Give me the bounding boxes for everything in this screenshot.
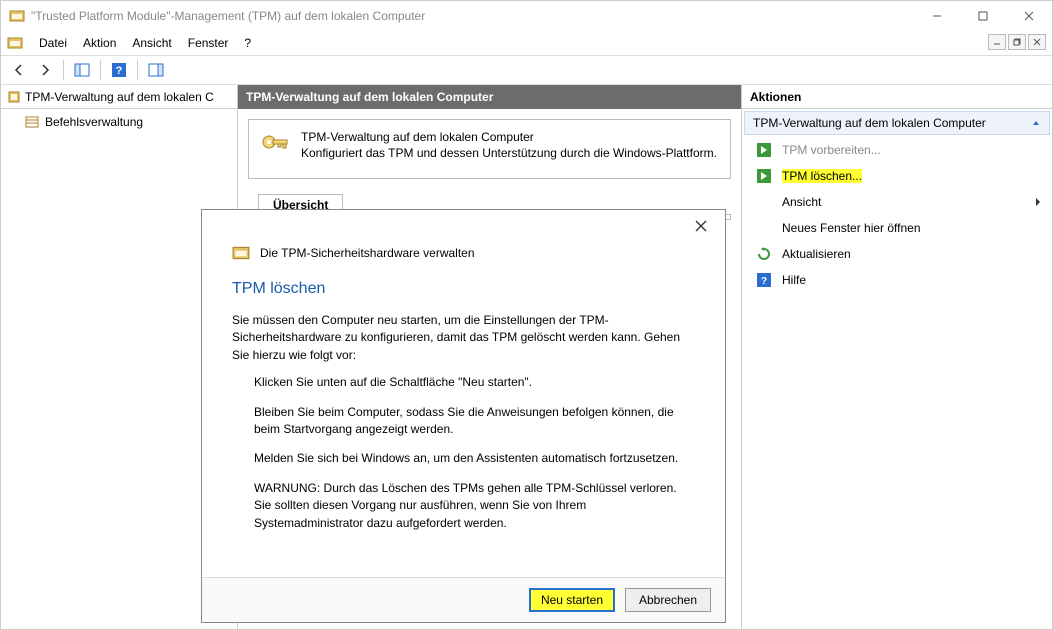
blank-icon bbox=[756, 220, 772, 236]
dialog-warning: WARNUNG: Durch das Löschen des TPMs gehe… bbox=[254, 480, 695, 532]
mdi-restore-button[interactable] bbox=[1008, 34, 1026, 50]
dialog-body: Die TPM-Sicherheitshardware verwalten TP… bbox=[202, 236, 725, 577]
action-label: Neues Fenster hier öffnen bbox=[782, 221, 921, 235]
restart-button[interactable]: Neu starten bbox=[529, 588, 615, 612]
middle-header: TPM-Verwaltung auf dem lokalen Computer bbox=[238, 85, 741, 109]
dialog-title-row: Die TPM-Sicherheitshardware verwalten bbox=[232, 244, 695, 262]
back-button[interactable] bbox=[7, 58, 31, 82]
dialog-step: Klicken Sie unten auf die Schaltfläche "… bbox=[254, 374, 695, 391]
action-label: Hilfe bbox=[782, 273, 806, 287]
action-label: Ansicht bbox=[782, 195, 821, 209]
commands-icon bbox=[25, 115, 39, 129]
forward-button[interactable] bbox=[33, 58, 57, 82]
refresh-icon bbox=[756, 246, 772, 262]
help-button[interactable]: ? bbox=[107, 58, 131, 82]
console-icon bbox=[7, 35, 23, 51]
action-prepare-tpm[interactable]: TPM vorbereiten... bbox=[742, 137, 1052, 163]
action-label: TPM löschen... bbox=[782, 169, 862, 183]
dialog-steps: Klicken Sie unten auf die Schaltfläche "… bbox=[232, 374, 695, 532]
action-view[interactable]: Ansicht bbox=[742, 189, 1052, 215]
menu-window[interactable]: Fenster bbox=[180, 34, 237, 52]
minimize-button[interactable] bbox=[914, 1, 960, 31]
help-icon: ? bbox=[756, 272, 772, 288]
main-window: "Trusted Platform Module"-Management (TP… bbox=[0, 0, 1053, 630]
window-controls bbox=[914, 1, 1052, 31]
toolbar-separator bbox=[100, 60, 101, 80]
titlebar: "Trusted Platform Module"-Management (TP… bbox=[1, 1, 1052, 31]
tree-item-commands[interactable]: Befehlsverwaltung bbox=[25, 113, 237, 131]
menu-file[interactable]: Datei bbox=[31, 34, 75, 52]
dialog-subtitle: TPM löschen bbox=[232, 280, 695, 298]
dialog-title: Die TPM-Sicherheitshardware verwalten bbox=[260, 246, 475, 260]
mdi-close-button[interactable] bbox=[1028, 34, 1046, 50]
action-label: Aktualisieren bbox=[782, 247, 851, 261]
actions-section-label: TPM-Verwaltung auf dem lokalen Computer bbox=[753, 116, 986, 130]
dialog-step: Bleiben Sie beim Computer, sodass Sie di… bbox=[254, 404, 695, 439]
menu-action[interactable]: Aktion bbox=[75, 34, 124, 52]
tree-root[interactable]: TPM-Verwaltung auf dem lokalen C bbox=[1, 85, 237, 109]
arrow-right-icon bbox=[756, 142, 772, 158]
dialog-step: Melden Sie sich bei Windows an, um den A… bbox=[254, 450, 695, 467]
actions-pane: Aktionen TPM-Verwaltung auf dem lokalen … bbox=[742, 85, 1052, 629]
menu-view[interactable]: Ansicht bbox=[124, 34, 179, 52]
intro-text: TPM-Verwaltung auf dem lokalen Computer … bbox=[301, 130, 717, 160]
action-refresh[interactable]: Aktualisieren bbox=[742, 241, 1052, 267]
mdi-minimize-button[interactable] bbox=[988, 34, 1006, 50]
close-button[interactable] bbox=[1006, 1, 1052, 31]
arrow-right-icon bbox=[756, 168, 772, 184]
intro-desc: Konfiguriert das TPM und dessen Unterstü… bbox=[301, 146, 717, 160]
cancel-button[interactable]: Abbrechen bbox=[625, 588, 711, 612]
action-label: TPM vorbereiten... bbox=[782, 143, 881, 157]
tree-content: Befehlsverwaltung bbox=[1, 109, 237, 131]
intro-box: TPM-Verwaltung auf dem lokalen Computer … bbox=[248, 119, 731, 179]
toolbar-separator bbox=[137, 60, 138, 80]
collapse-icon bbox=[1031, 118, 1041, 128]
dialog-close-button[interactable] bbox=[687, 216, 715, 236]
menu-help[interactable]: ? bbox=[236, 34, 259, 52]
window-title: "Trusted Platform Module"-Management (TP… bbox=[31, 9, 914, 23]
actions-header: Aktionen bbox=[742, 85, 1052, 109]
action-clear-tpm[interactable]: TPM löschen... bbox=[742, 163, 1052, 189]
menubar: Datei Aktion Ansicht Fenster ? bbox=[1, 31, 1052, 55]
blank-icon bbox=[756, 194, 772, 210]
clear-tpm-dialog: Die TPM-Sicherheitshardware verwalten TP… bbox=[201, 209, 726, 623]
chip-icon bbox=[7, 90, 21, 104]
maximize-button[interactable] bbox=[960, 1, 1006, 31]
toolbar-separator bbox=[63, 60, 64, 80]
key-icon bbox=[259, 130, 291, 162]
app-icon bbox=[9, 8, 25, 24]
toolbar: ? bbox=[1, 55, 1052, 85]
dialog-top bbox=[202, 210, 725, 236]
actions-section-header[interactable]: TPM-Verwaltung auf dem lokalen Computer bbox=[744, 111, 1050, 135]
tree-root-label: TPM-Verwaltung auf dem lokalen C bbox=[25, 90, 214, 104]
action-help[interactable]: ? Hilfe bbox=[742, 267, 1052, 293]
intro-title: TPM-Verwaltung auf dem lokalen Computer bbox=[301, 130, 717, 144]
dialog-paragraph: Sie müssen den Computer neu starten, um … bbox=[232, 312, 695, 364]
action-new-window[interactable]: Neues Fenster hier öffnen bbox=[742, 215, 1052, 241]
chevron-right-icon bbox=[1034, 197, 1042, 207]
dialog-footer: Neu starten Abbrechen bbox=[202, 577, 725, 622]
tree-item-label: Befehlsverwaltung bbox=[45, 115, 143, 129]
mdi-controls bbox=[988, 34, 1046, 50]
chip-icon bbox=[232, 244, 250, 262]
svg-text:?: ? bbox=[761, 276, 767, 287]
show-hide-tree-button[interactable] bbox=[70, 58, 94, 82]
svg-text:?: ? bbox=[116, 65, 123, 77]
show-hide-action-button[interactable] bbox=[144, 58, 168, 82]
